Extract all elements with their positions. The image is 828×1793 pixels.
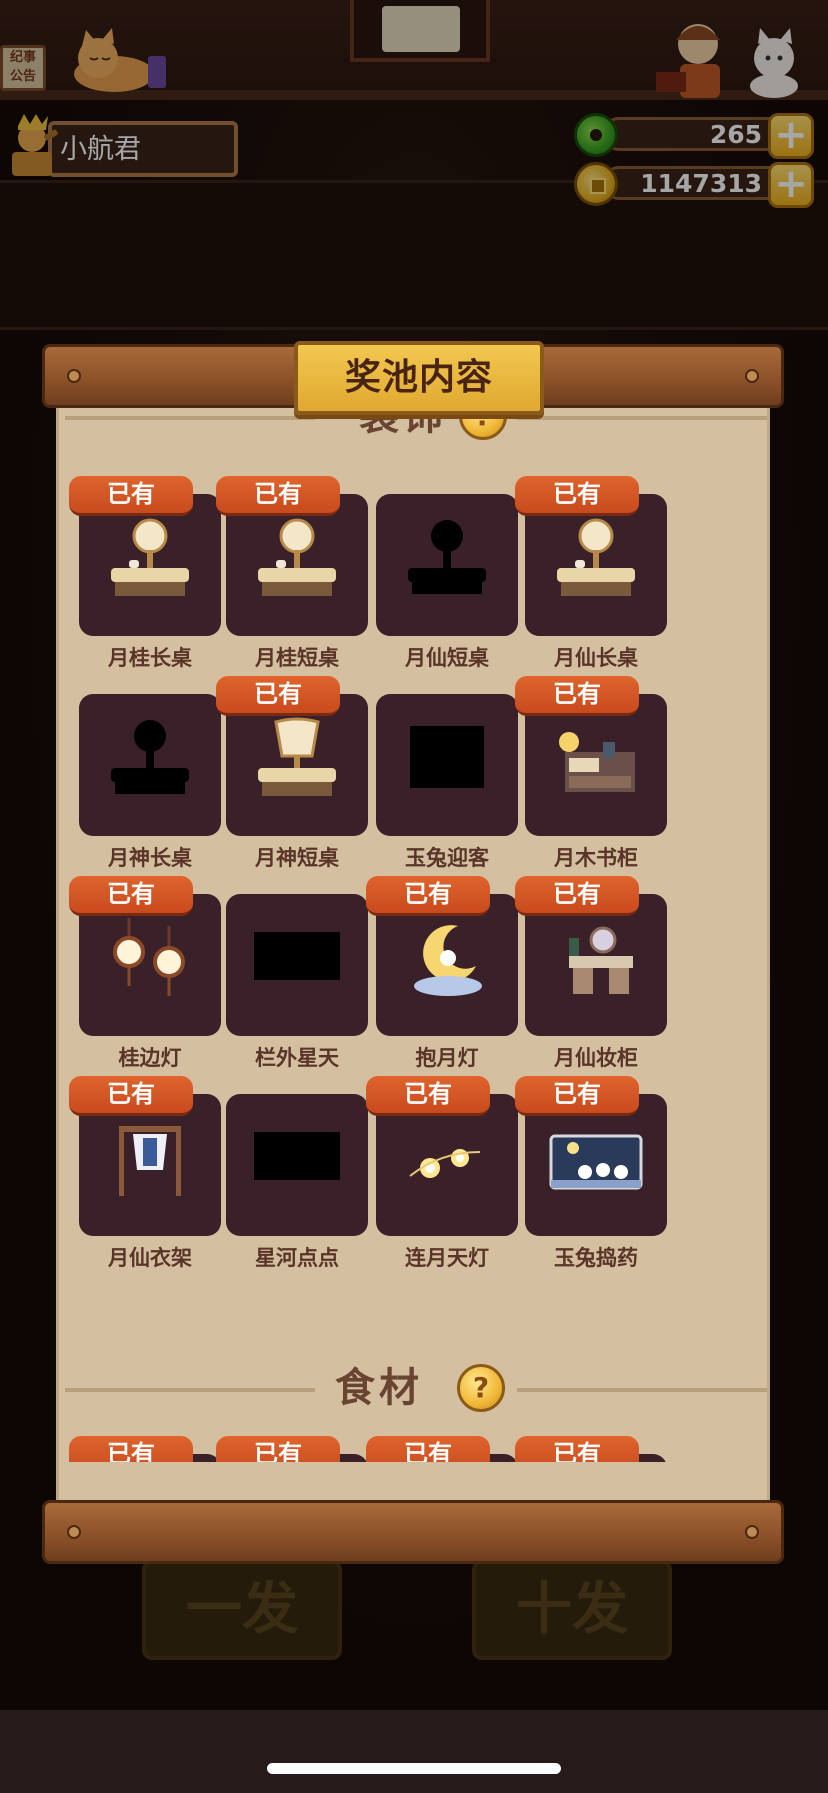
- section-title-food: 食材: [335, 1365, 423, 1411]
- owned-badge: 已有: [366, 876, 490, 916]
- reward-item[interactable]: 已有: [366, 1436, 518, 1462]
- owned-badge: 已有: [69, 1436, 193, 1462]
- item-silhouette-block-icon: [396, 712, 498, 814]
- item-name: 星河点点: [255, 1246, 339, 1270]
- item-name: 月仙妆柜: [554, 1046, 638, 1070]
- item-name: 连月天灯: [405, 1246, 489, 1270]
- owned-badge: 已有: [515, 1076, 639, 1116]
- item-silhouette-wide-icon: [246, 912, 348, 1014]
- modal-title: 奖池内容: [344, 357, 493, 398]
- item-name: 月神长桌: [108, 846, 192, 870]
- item-desk-lamp-icon: [545, 512, 647, 614]
- decor-help-icon[interactable]: ?: [459, 412, 507, 440]
- reward-item[interactable]: 已有月仙衣架: [69, 1076, 221, 1270]
- reward-item[interactable]: 已有月桂长桌: [69, 476, 221, 670]
- reward-item[interactable]: 已有: [69, 1436, 221, 1462]
- item-moon-lamp-icon: [396, 912, 498, 1014]
- reward-item[interactable]: 已有桂边灯: [69, 876, 221, 1070]
- owned-badge: 已有: [515, 876, 639, 916]
- item-name: 月木书柜: [554, 846, 638, 870]
- scroll-bottom-plank: [42, 1500, 784, 1564]
- item-desk-lamp-icon: [246, 512, 348, 614]
- item-silhouette-desk-icon: [99, 712, 201, 814]
- owned-badge: 已有: [515, 1436, 639, 1462]
- owned-badge: 已有: [216, 1436, 340, 1462]
- reward-item[interactable]: 玉兔迎客: [376, 676, 518, 870]
- item-name: 桂边灯: [118, 1046, 182, 1070]
- reward-item[interactable]: 已有月仙长桌: [515, 476, 667, 670]
- section-header-decor: 装饰 ?: [59, 412, 773, 446]
- reward-item[interactable]: 月仙短桌: [376, 476, 518, 670]
- item-desk-fan-icon: [246, 712, 348, 814]
- reward-item[interactable]: 已有: [216, 1436, 368, 1462]
- owned-badge: 已有: [366, 1436, 490, 1462]
- owned-badge: 已有: [69, 876, 193, 916]
- owned-badge: 已有: [515, 676, 639, 716]
- item-rabbit-painting-icon: [545, 1112, 647, 1214]
- owned-badge: 已有: [69, 476, 193, 516]
- item-silhouette-wide-icon: [246, 1112, 348, 1214]
- item-silhouette-desk-icon: [396, 512, 498, 614]
- item-name: 玉兔迎客: [405, 846, 489, 870]
- item-lanterns-icon: [99, 912, 201, 1014]
- owned-badge: 已有: [366, 1076, 490, 1116]
- item-name: 月桂短桌: [255, 646, 339, 670]
- food-help-icon[interactable]: ?: [457, 1364, 505, 1412]
- owned-badge: 已有: [216, 476, 340, 516]
- item-name: 玉兔捣药: [554, 1246, 638, 1270]
- reward-item[interactable]: 月神长桌: [79, 676, 221, 870]
- item-name: 月仙长桌: [554, 646, 638, 670]
- item-desk-lamp-icon: [99, 512, 201, 614]
- reward-item[interactable]: 已有月神短桌: [216, 676, 368, 870]
- item-name: 月桂长桌: [108, 646, 192, 670]
- home-indicator[interactable]: [267, 1763, 561, 1774]
- owned-badge: 已有: [216, 676, 340, 716]
- prize-pool-list[interactable]: 装饰 ? 已有 月桂长桌 已有 月桂短桌 月仙短桌 已有 月仙长桌 月神长桌 已有 月神短桌 玉兔迎…: [59, 412, 773, 1462]
- reward-item[interactable]: 已有连月天灯: [366, 1076, 518, 1270]
- item-vanity-icon: [545, 912, 647, 1014]
- reward-item[interactable]: 已有: [515, 1436, 667, 1462]
- item-name: 月仙衣架: [108, 1246, 192, 1270]
- item-name: 栏外星天: [255, 1046, 339, 1070]
- reward-item[interactable]: 已有月木书柜: [515, 676, 667, 870]
- section-title-decor: 装饰: [359, 412, 447, 439]
- reward-item[interactable]: 已有抱月灯: [366, 876, 518, 1070]
- reward-item[interactable]: 已有月桂短桌: [216, 476, 368, 670]
- item-bookcase-icon: [545, 712, 647, 814]
- owned-badge: 已有: [69, 1076, 193, 1116]
- item-clothes-rack-icon: [99, 1112, 201, 1214]
- reward-item[interactable]: 星河点点: [226, 1076, 368, 1270]
- item-name: 月神短桌: [255, 846, 339, 870]
- item-name: 月仙短桌: [405, 646, 489, 670]
- owned-badge: 已有: [515, 476, 639, 516]
- section-header-food: 食材 ?: [59, 1358, 773, 1418]
- item-name: 抱月灯: [415, 1046, 479, 1070]
- reward-item[interactable]: 已有玉兔捣药: [515, 1076, 667, 1270]
- item-sky-lanterns-icon: [396, 1112, 498, 1214]
- reward-item[interactable]: 已有月仙妆柜: [515, 876, 667, 1070]
- reward-item[interactable]: 栏外星天: [226, 876, 368, 1070]
- prize-pool-scroll[interactable]: 装饰 ? 已有 月桂长桌 已有 月桂短桌 月仙短桌 已有 月仙长桌 月神长桌 已有 月神短桌 玉兔迎…: [56, 406, 770, 1502]
